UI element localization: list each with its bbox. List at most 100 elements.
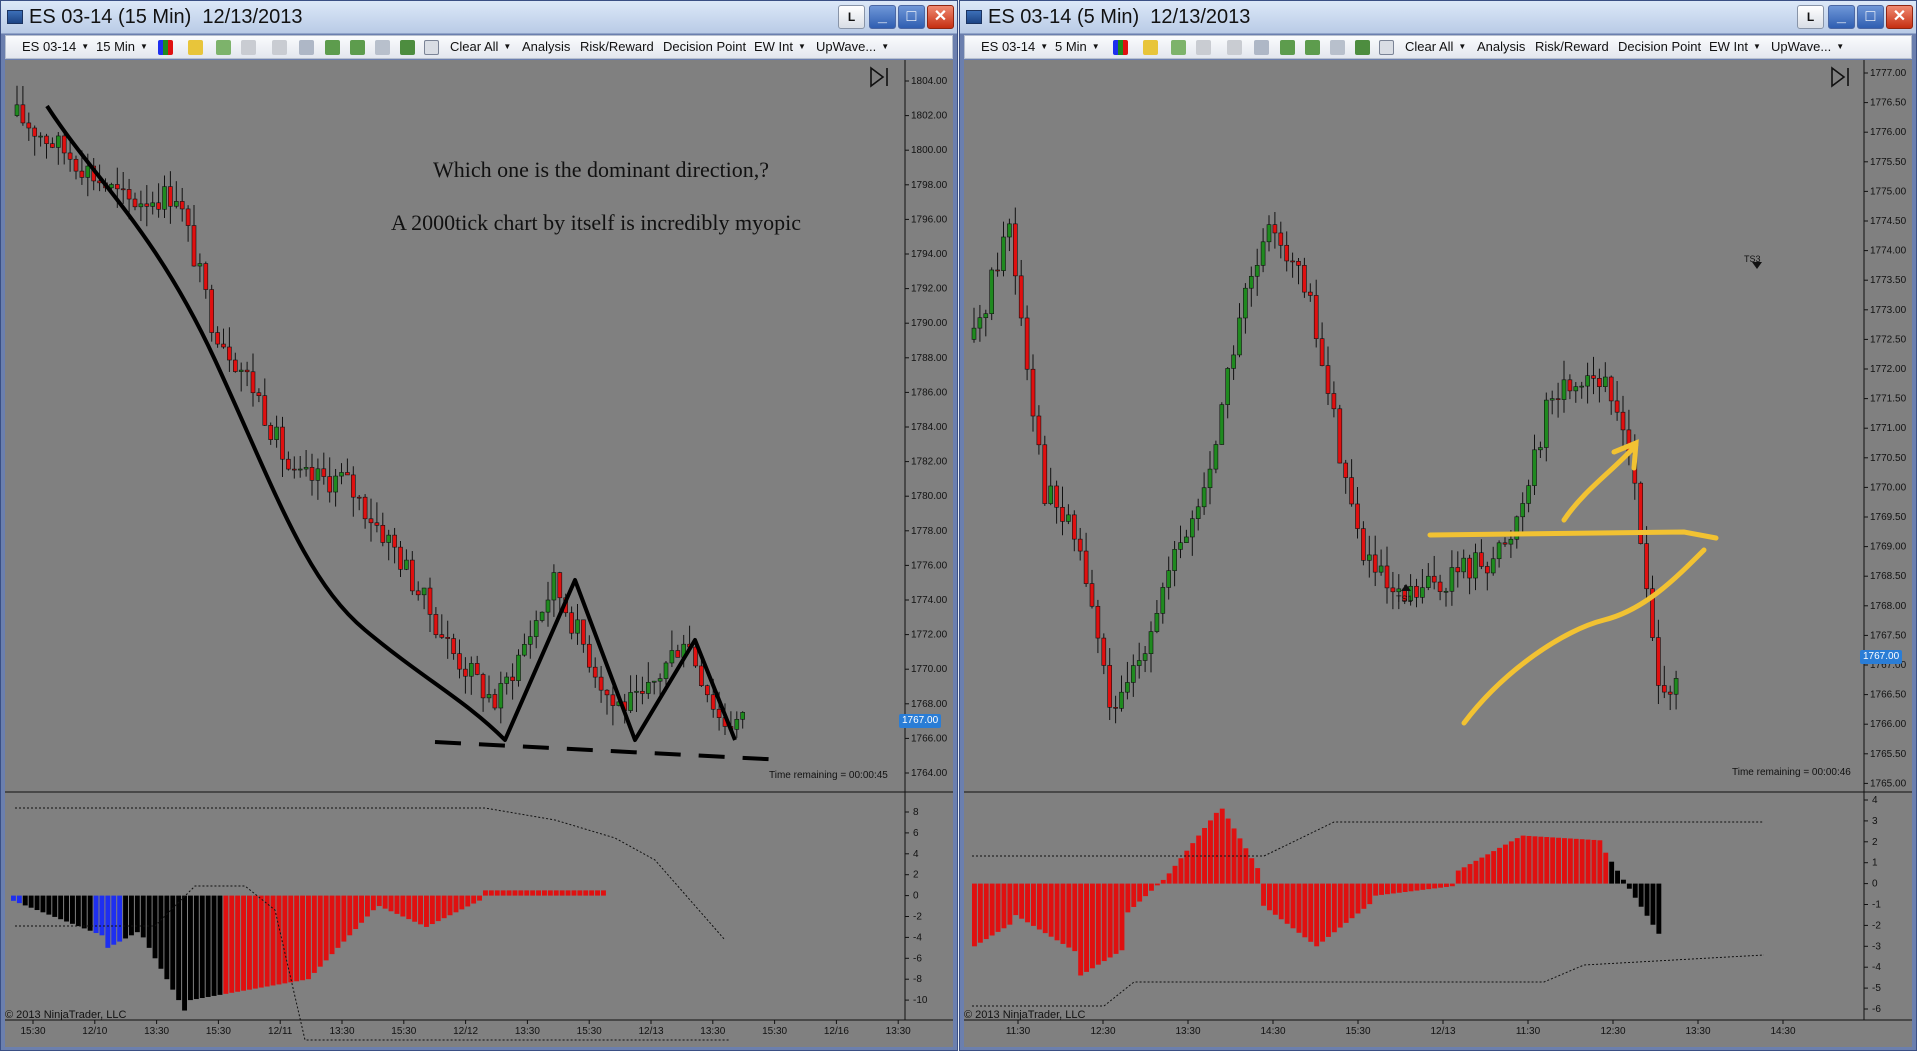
strategies-icon[interactable]: [1305, 40, 1320, 55]
candle-body: [1473, 552, 1478, 579]
properties-icon[interactable]: [424, 40, 439, 55]
zoom-icon[interactable]: [1254, 40, 1269, 55]
indicators-icon[interactable]: [325, 40, 340, 55]
data-box-icon[interactable]: [375, 40, 390, 55]
histogram-bar: [1160, 879, 1166, 884]
chart-panel[interactable]: 1777.00 1776.50 1776.00 1775.50 1775.00 1774.…: [964, 60, 1912, 1047]
price-tick-label: 1765.00: [1870, 778, 1907, 789]
close-button[interactable]: ✕: [927, 5, 954, 29]
histogram-bar: [294, 895, 300, 982]
chart-window-right[interactable]: ES 03-14 (5 Min) 12/13/2013 L _ □ ✕ ES 0…: [959, 0, 1917, 1051]
copyright-text: © 2013 NinjaTrader, LLC: [5, 1009, 127, 1021]
risk-reward-menu[interactable]: Risk/Reward: [1535, 39, 1609, 54]
candle-body: [557, 572, 563, 599]
close-button[interactable]: ✕: [1886, 5, 1913, 29]
candle-body: [179, 201, 185, 210]
bar-type-icon[interactable]: [158, 40, 173, 55]
link-button[interactable]: L: [1797, 5, 1824, 29]
pencil-icon[interactable]: [188, 40, 203, 55]
histogram-bar: [134, 895, 140, 933]
crosshair-icon[interactable]: [216, 40, 231, 55]
clear-all-button[interactable]: Clear All ▼: [450, 39, 511, 54]
candle-body: [1042, 444, 1048, 504]
risk-reward-menu[interactable]: Risk/Reward: [580, 39, 654, 54]
ew-int-menu[interactable]: EW Int ▼: [754, 39, 806, 54]
dollar-icon[interactable]: [1355, 40, 1370, 55]
clear-all-button[interactable]: Clear All ▼: [1405, 39, 1466, 54]
crosshair-icon[interactable]: [1171, 40, 1186, 55]
candle-body: [268, 425, 274, 440]
histogram-bar: [394, 895, 400, 914]
price-tick-label: 1804.00: [911, 76, 948, 87]
data-box-icon[interactable]: [1330, 40, 1345, 55]
maximize-button[interactable]: □: [898, 5, 925, 29]
time-tick-label: 13:30: [1175, 1026, 1200, 1037]
upwave-menu[interactable]: UpWave... ▼: [816, 39, 889, 54]
candle-body: [1178, 542, 1183, 550]
indicators-icon[interactable]: [1280, 40, 1295, 55]
candle-body: [380, 524, 386, 543]
minimize-button[interactable]: _: [869, 5, 896, 29]
magnet-icon[interactable]: [1196, 40, 1211, 55]
histogram-bar: [1467, 864, 1473, 884]
pencil-icon[interactable]: [1143, 40, 1158, 55]
upwave-menu[interactable]: UpWave... ▼: [1771, 39, 1844, 54]
interval-selector[interactable]: 5 Min ▼: [1055, 39, 1100, 54]
time-tick-label: 12:30: [1090, 1026, 1115, 1037]
candle-body: [1479, 552, 1484, 567]
histogram-bar: [306, 895, 311, 980]
dollar-icon[interactable]: [400, 40, 415, 55]
analysis-menu[interactable]: Analysis: [1477, 39, 1525, 54]
price-tick-label: 1769.50: [1870, 512, 1907, 523]
histogram-bar: [1373, 883, 1379, 896]
histogram-bar: [1455, 870, 1461, 884]
instrument-selector[interactable]: ES 03-14 ▼: [22, 39, 89, 54]
scroll-to-end-icon[interactable]: [869, 66, 891, 88]
price-tick-label: 1764.00: [911, 768, 948, 779]
decision-point-menu[interactable]: Decision Point: [1618, 39, 1701, 54]
candle-body: [474, 663, 480, 675]
candle-body: [427, 587, 433, 615]
title-bar[interactable]: ES 03-14 (5 Min) 12/13/2013 L _ □ ✕: [960, 1, 1916, 34]
decision-point-menu[interactable]: Decision Point: [663, 39, 746, 54]
histogram-bar: [1278, 883, 1284, 920]
price-tick-label: 1765.50: [1870, 749, 1907, 760]
histogram-bar: [1390, 883, 1396, 894]
histogram-bar: [1078, 883, 1084, 976]
strategies-icon[interactable]: [350, 40, 365, 55]
price-chart-svg[interactable]: 1777.00 1776.50 1776.00 1775.50 1775.00 1774.…: [964, 60, 1912, 1047]
cursor-icon[interactable]: [1227, 40, 1242, 55]
analysis-menu[interactable]: Analysis: [522, 39, 570, 54]
indicator-tick-label: 8: [913, 807, 919, 818]
link-button[interactable]: L: [838, 5, 865, 29]
maximize-button[interactable]: □: [1857, 5, 1884, 29]
candle-body: [1396, 588, 1402, 593]
price-tick-label: 1766.00: [911, 733, 948, 744]
candle-body: [238, 369, 244, 372]
histogram-bar: [1396, 883, 1402, 893]
interval-selector[interactable]: 15 Min ▼: [96, 39, 148, 54]
instrument-selector[interactable]: ES 03-14 ▼: [981, 39, 1048, 54]
properties-icon[interactable]: [1379, 40, 1394, 55]
candle-body: [1343, 462, 1349, 478]
ew-int-menu[interactable]: EW Int ▼: [1709, 39, 1761, 54]
chart-window-left[interactable]: ES 03-14 (15 Min) 12/13/2013 L _ □ ✕ ES …: [0, 0, 958, 1051]
histogram-bar: [1337, 883, 1343, 928]
minimize-button[interactable]: _: [1828, 5, 1855, 29]
price-tick-label: 1768.00: [911, 699, 948, 710]
time-tick-label: 13:30: [700, 1026, 725, 1037]
candle-body: [1012, 223, 1018, 277]
histogram-bar: [1532, 836, 1538, 884]
price-chart-svg[interactable]: 1804.00 1802.00 1800.00 1798.00 1796.00 1794.…: [5, 60, 953, 1047]
histogram-bar: [229, 895, 235, 993]
cursor-icon[interactable]: [272, 40, 287, 55]
histogram-bar: [52, 895, 58, 917]
bar-type-icon[interactable]: [1113, 40, 1128, 55]
candle-body: [345, 472, 350, 476]
magnet-icon[interactable]: [241, 40, 256, 55]
title-bar[interactable]: ES 03-14 (15 Min) 12/13/2013 L _ □ ✕: [1, 1, 957, 34]
zoom-icon[interactable]: [299, 40, 314, 55]
histogram-bar: [1036, 883, 1042, 930]
chart-panel[interactable]: 1804.00 1802.00 1800.00 1798.00 1796.00 1794.…: [5, 60, 953, 1047]
scroll-to-end-icon[interactable]: [1830, 66, 1852, 88]
